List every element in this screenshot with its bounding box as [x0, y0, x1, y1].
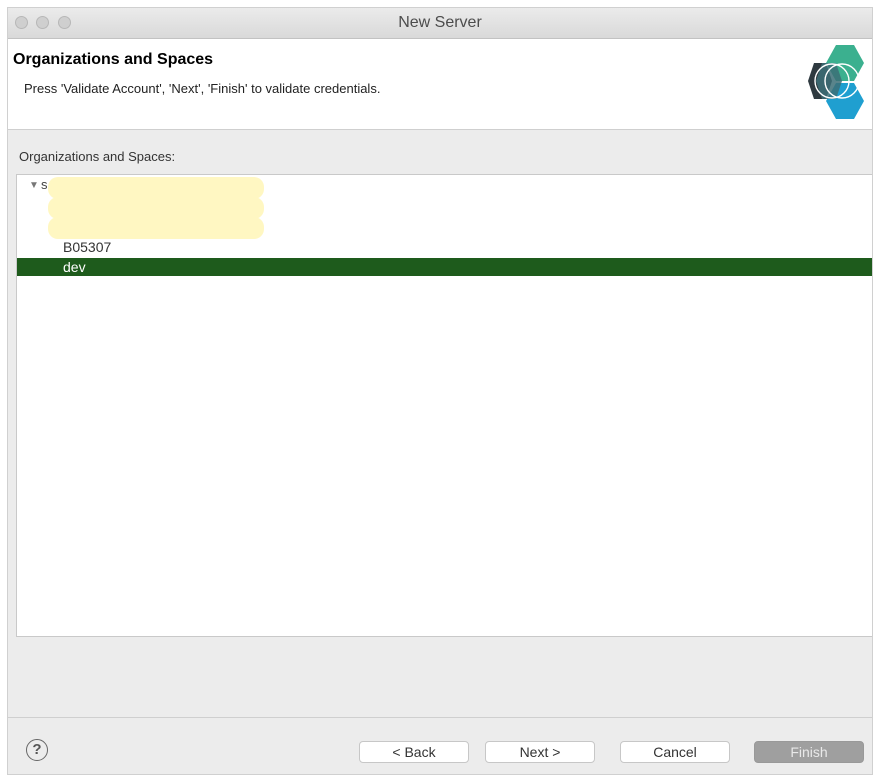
wizard-header: Organizations and Spaces Press 'Validate…: [8, 39, 872, 130]
new-server-window: New Server Organizations and Spaces Pres…: [7, 7, 873, 775]
organizations-spaces-label: Organizations and Spaces:: [19, 149, 176, 164]
page-description: Press 'Validate Account', 'Next', 'Finis…: [24, 81, 381, 96]
ibm-cloud-logo-icon: [808, 45, 864, 119]
redaction-mark: [48, 177, 264, 199]
organizations-spaces-tree[interactable]: ▼ s B05307 dev: [16, 174, 872, 637]
next-button[interactable]: Next >: [485, 741, 595, 763]
page-title: Organizations and Spaces: [13, 51, 214, 68]
redaction-mark: [48, 197, 264, 219]
cancel-button[interactable]: Cancel: [620, 741, 730, 763]
footer-divider: [8, 717, 872, 718]
back-button[interactable]: < Back: [359, 741, 469, 763]
space-label: dev: [63, 259, 86, 275]
tree-item-space[interactable]: B05307: [17, 238, 872, 256]
redaction-mark: [48, 217, 264, 239]
space-label: B05307: [63, 239, 112, 255]
expand-triangle-icon[interactable]: ▼: [29, 180, 39, 191]
window-title: New Server: [398, 14, 482, 31]
tree-item-space-selected[interactable]: dev: [17, 258, 872, 276]
finish-button[interactable]: Finish: [754, 741, 864, 763]
help-icon[interactable]: ?: [26, 739, 48, 761]
organization-label: s: [41, 177, 48, 192]
title-bar: New Server: [8, 8, 872, 39]
